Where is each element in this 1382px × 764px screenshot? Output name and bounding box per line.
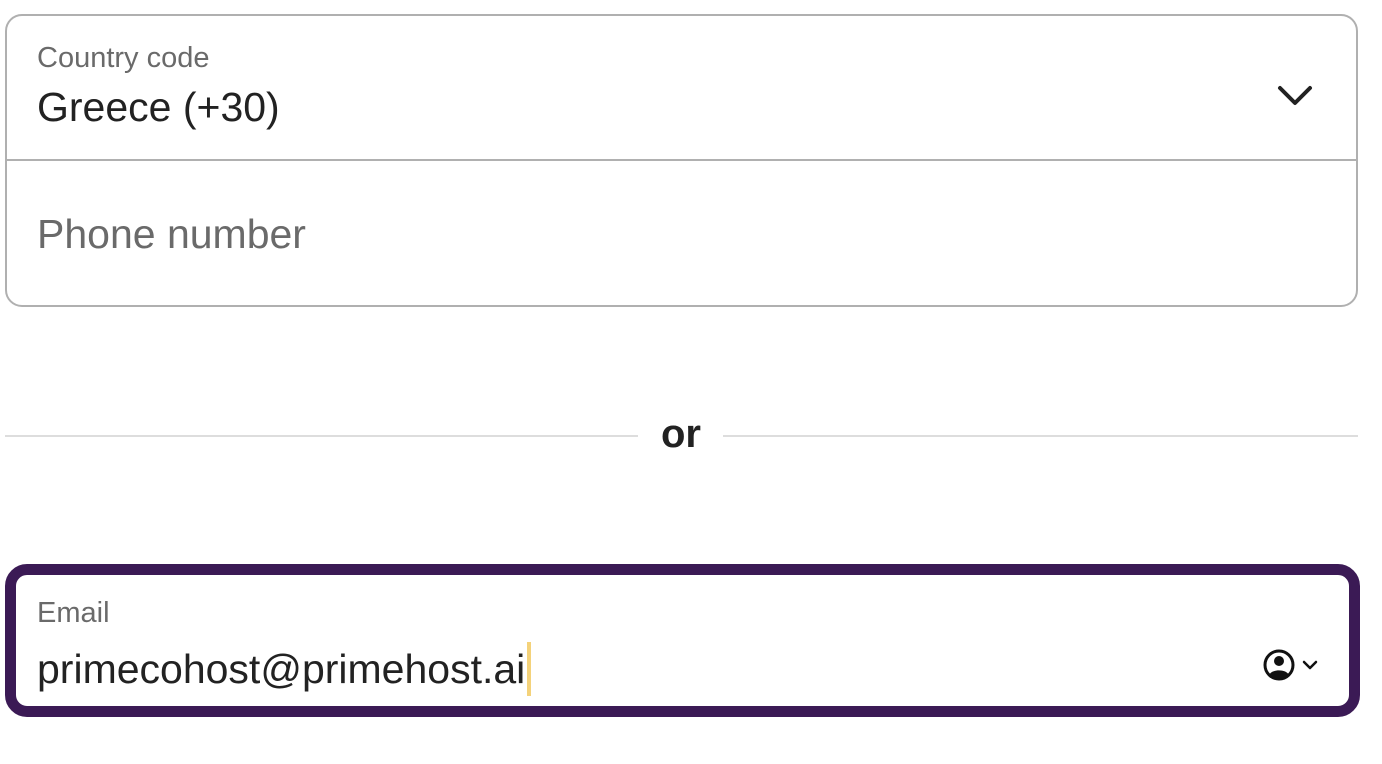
- chevron-down-icon[interactable]: [1274, 74, 1316, 116]
- phone-field-group: Country code Greece (+30) Phone number: [5, 14, 1358, 307]
- country-code-select[interactable]: Country code Greece (+30): [7, 16, 1356, 161]
- text-caret: [527, 642, 532, 696]
- email-input-value[interactable]: primecohost@primehost.ai: [37, 646, 525, 693]
- country-code-label: Country code: [37, 42, 210, 74]
- email-value-row[interactable]: primecohost@primehost.ai: [37, 642, 532, 696]
- contact-autofill-button[interactable]: [1262, 647, 1322, 683]
- chevron-down-small-icon: [1302, 660, 1318, 670]
- email-label: Email: [37, 597, 110, 629]
- divider-or-text: or: [661, 412, 701, 456]
- country-code-value: Greece (+30): [37, 84, 280, 130]
- phone-number-input[interactable]: Phone number: [7, 163, 1356, 307]
- contact-autofill-icon: [1263, 649, 1295, 681]
- divider-line-left: [5, 435, 638, 437]
- email-field[interactable]: Email primecohost@primehost.ai: [5, 564, 1360, 717]
- phone-number-placeholder: Phone number: [37, 211, 306, 257]
- divider-line-right: [723, 435, 1358, 437]
